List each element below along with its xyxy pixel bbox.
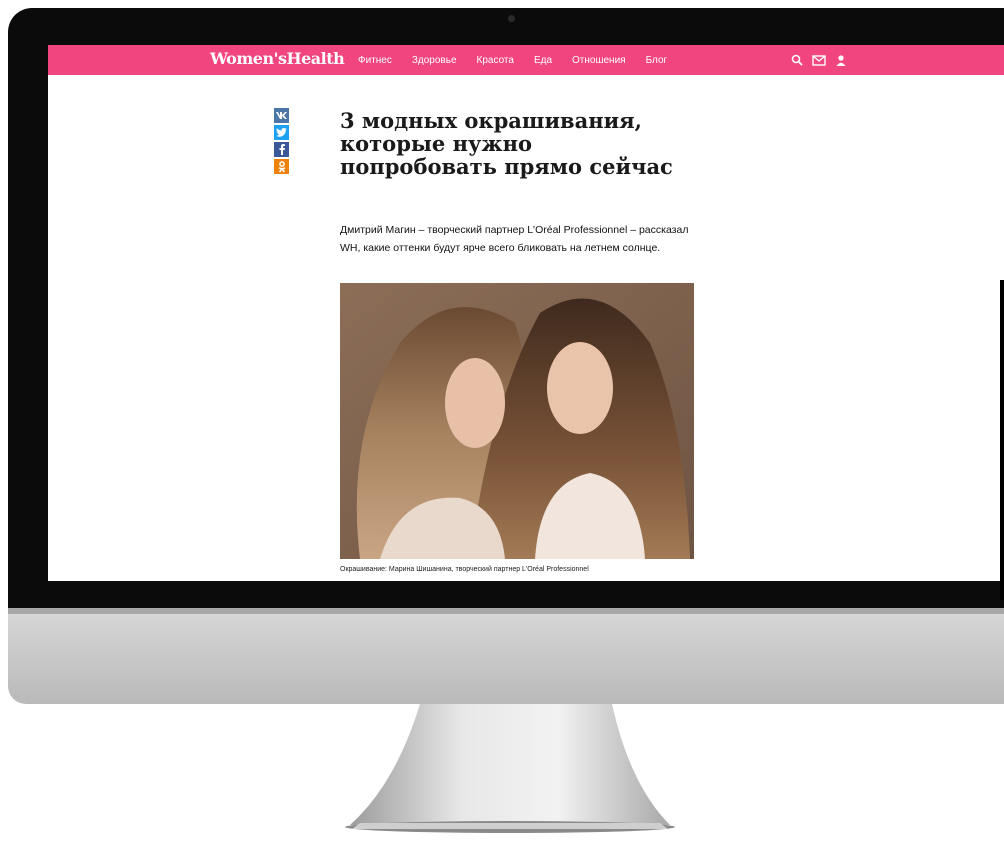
search-icon[interactable] (786, 45, 808, 75)
site-logo[interactable]: Women'sHealth (210, 49, 345, 68)
article-lead: Дмитрий Магин – творческий партнер L'Oré… (340, 224, 689, 254)
screen-edge (1000, 280, 1004, 600)
facebook-icon[interactable] (274, 142, 289, 157)
nav-item-fitness[interactable]: Фитнес (358, 55, 392, 66)
main-nav: Фитнес Здоровье Красота Еда Отношения Бл… (358, 45, 687, 75)
user-icon[interactable] (830, 45, 852, 75)
nav-item-food[interactable]: Еда (534, 55, 552, 66)
share-bar (274, 108, 289, 176)
image-caption: Окрашивание: Марина Шишанина, творческий… (340, 566, 589, 573)
mail-icon[interactable] (808, 45, 830, 75)
screen: Women'sHealth Фитнес Здоровье Красота Ед… (48, 45, 1004, 581)
twitter-icon[interactable] (274, 125, 289, 140)
article-photo (340, 283, 694, 559)
monitor-stand (345, 704, 675, 833)
chin-shadow (8, 608, 1004, 614)
article-title: 3 модных окрашивания, которые нужно попр… (340, 108, 673, 179)
nav-item-health[interactable]: Здоровье (412, 55, 457, 66)
nav-item-beauty[interactable]: Красота (477, 55, 514, 66)
nav-item-relationships[interactable]: Отношения (572, 55, 626, 66)
site-header: Women'sHealth Фитнес Здоровье Красота Ед… (48, 45, 1004, 75)
nav-item-blog[interactable]: Блог (646, 55, 668, 66)
webcam (508, 15, 515, 22)
odnoklassniki-icon[interactable] (274, 159, 289, 174)
header-tools (786, 45, 852, 75)
vk-icon[interactable] (274, 108, 289, 123)
